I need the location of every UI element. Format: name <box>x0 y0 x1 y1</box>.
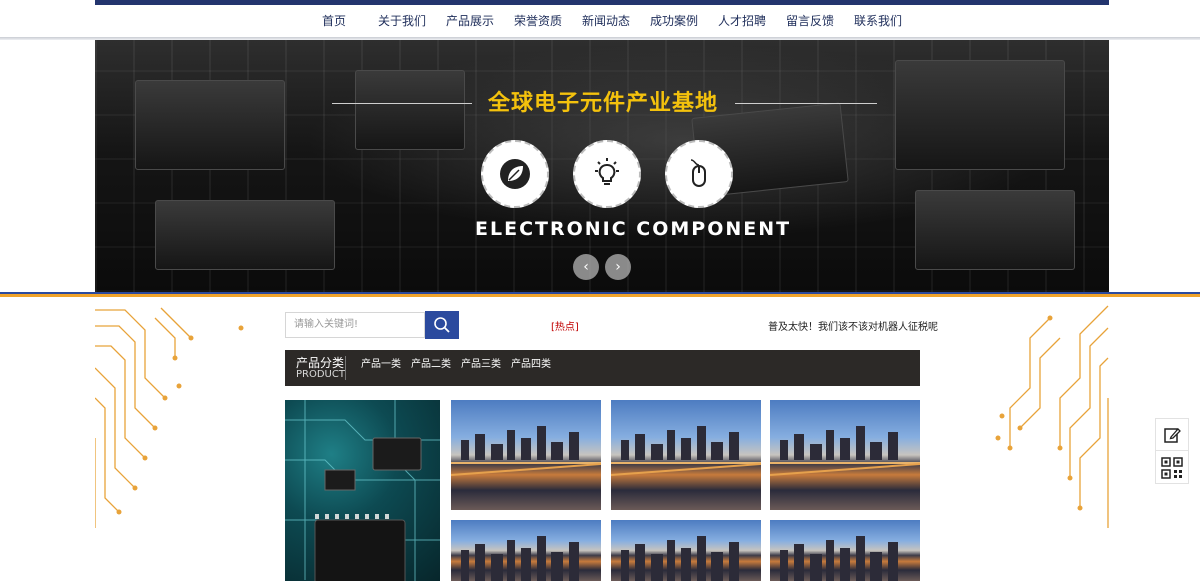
nav-item-feedback[interactable]: 留言反馈 <box>776 9 844 33</box>
lightbulb-icon <box>573 140 641 208</box>
divider-orange <box>0 294 1200 297</box>
category-links: 产品一类 产品二类 产品三类 产品四类 <box>361 355 551 370</box>
nav-item-products[interactable]: 产品展示 <box>436 9 504 33</box>
search-icon <box>434 317 450 333</box>
nav-item-about[interactable]: 关于我们 <box>368 9 436 33</box>
edit-icon <box>1164 427 1181 443</box>
hero-banner: 全球电子元件产业基地 ELECTRONIC COMPONENT ‹ › <box>95 40 1109 292</box>
circuit-decoration-left <box>95 307 244 528</box>
circuit-chip-decoration <box>155 200 335 270</box>
nav-item-jobs[interactable]: 人才招聘 <box>708 9 776 33</box>
banner-rule-left <box>332 103 472 104</box>
product-thumbnail[interactable] <box>451 520 601 581</box>
category-link-4[interactable]: 产品四类 <box>511 355 551 370</box>
news-ticker-link[interactable]: 普及太快！我们该不该对机器人征税呢 <box>768 318 938 333</box>
category-subtitle: PRODUCT <box>296 369 345 380</box>
category-separator <box>345 356 346 380</box>
category-link-1[interactable]: 产品一类 <box>361 355 401 370</box>
nav-item-honors[interactable]: 荣誉资质 <box>504 9 572 33</box>
product-thumbnail[interactable] <box>611 520 761 581</box>
leaf-icon <box>481 140 549 208</box>
product-thumbnail[interactable] <box>451 400 601 510</box>
circuit-decoration-right <box>995 305 1109 528</box>
top-nav-bar: 首页 关于我们 产品展示 荣誉资质 新闻动态 成功案例 人才招聘 留言反馈 联系… <box>0 0 1200 40</box>
side-float-widget <box>1155 418 1189 484</box>
main-nav: 首页 关于我们 产品展示 荣誉资质 新闻动态 成功案例 人才招聘 留言反馈 联系… <box>300 9 912 33</box>
banner-title: 全球电子元件产业基地 <box>487 91 718 116</box>
product-feature-image[interactable] <box>285 400 440 581</box>
nav-item-contact[interactable]: 联系我们 <box>844 9 912 33</box>
circuit-chip-decoration <box>915 190 1075 270</box>
category-link-3[interactable]: 产品三类 <box>461 355 501 370</box>
banner-prev-button[interactable]: ‹ <box>573 254 599 280</box>
feedback-button[interactable] <box>1156 419 1188 451</box>
category-link-2[interactable]: 产品二类 <box>411 355 451 370</box>
search-input[interactable]: 请输入关键词! <box>285 312 425 338</box>
circuit-chip-decoration <box>355 70 465 150</box>
product-category-bar: 产品分类 PRODUCT 产品一类 产品二类 产品三类 产品四类 <box>285 350 920 386</box>
banner-next-button[interactable]: › <box>605 254 631 280</box>
qr-code-button[interactable] <box>1156 452 1188 484</box>
nav-item-news[interactable]: 新闻动态 <box>572 9 640 33</box>
banner-rule-right <box>735 103 877 104</box>
qr-code-icon <box>1161 457 1183 479</box>
nav-item-home[interactable]: 首页 <box>300 9 368 33</box>
circuit-chip-decoration <box>895 60 1065 170</box>
search-button[interactable] <box>425 311 459 339</box>
mouse-icon <box>665 140 733 208</box>
nav-item-cases[interactable]: 成功案例 <box>640 9 708 33</box>
product-thumbnail[interactable] <box>611 400 761 510</box>
product-thumbnail[interactable] <box>770 400 920 510</box>
banner-subtitle: ELECTRONIC COMPONENT <box>475 218 792 240</box>
hot-label: [热点] <box>551 322 579 333</box>
product-thumbnail[interactable] <box>770 520 920 581</box>
top-accent-stripe <box>95 0 1109 5</box>
circuit-chip-decoration <box>135 80 285 170</box>
